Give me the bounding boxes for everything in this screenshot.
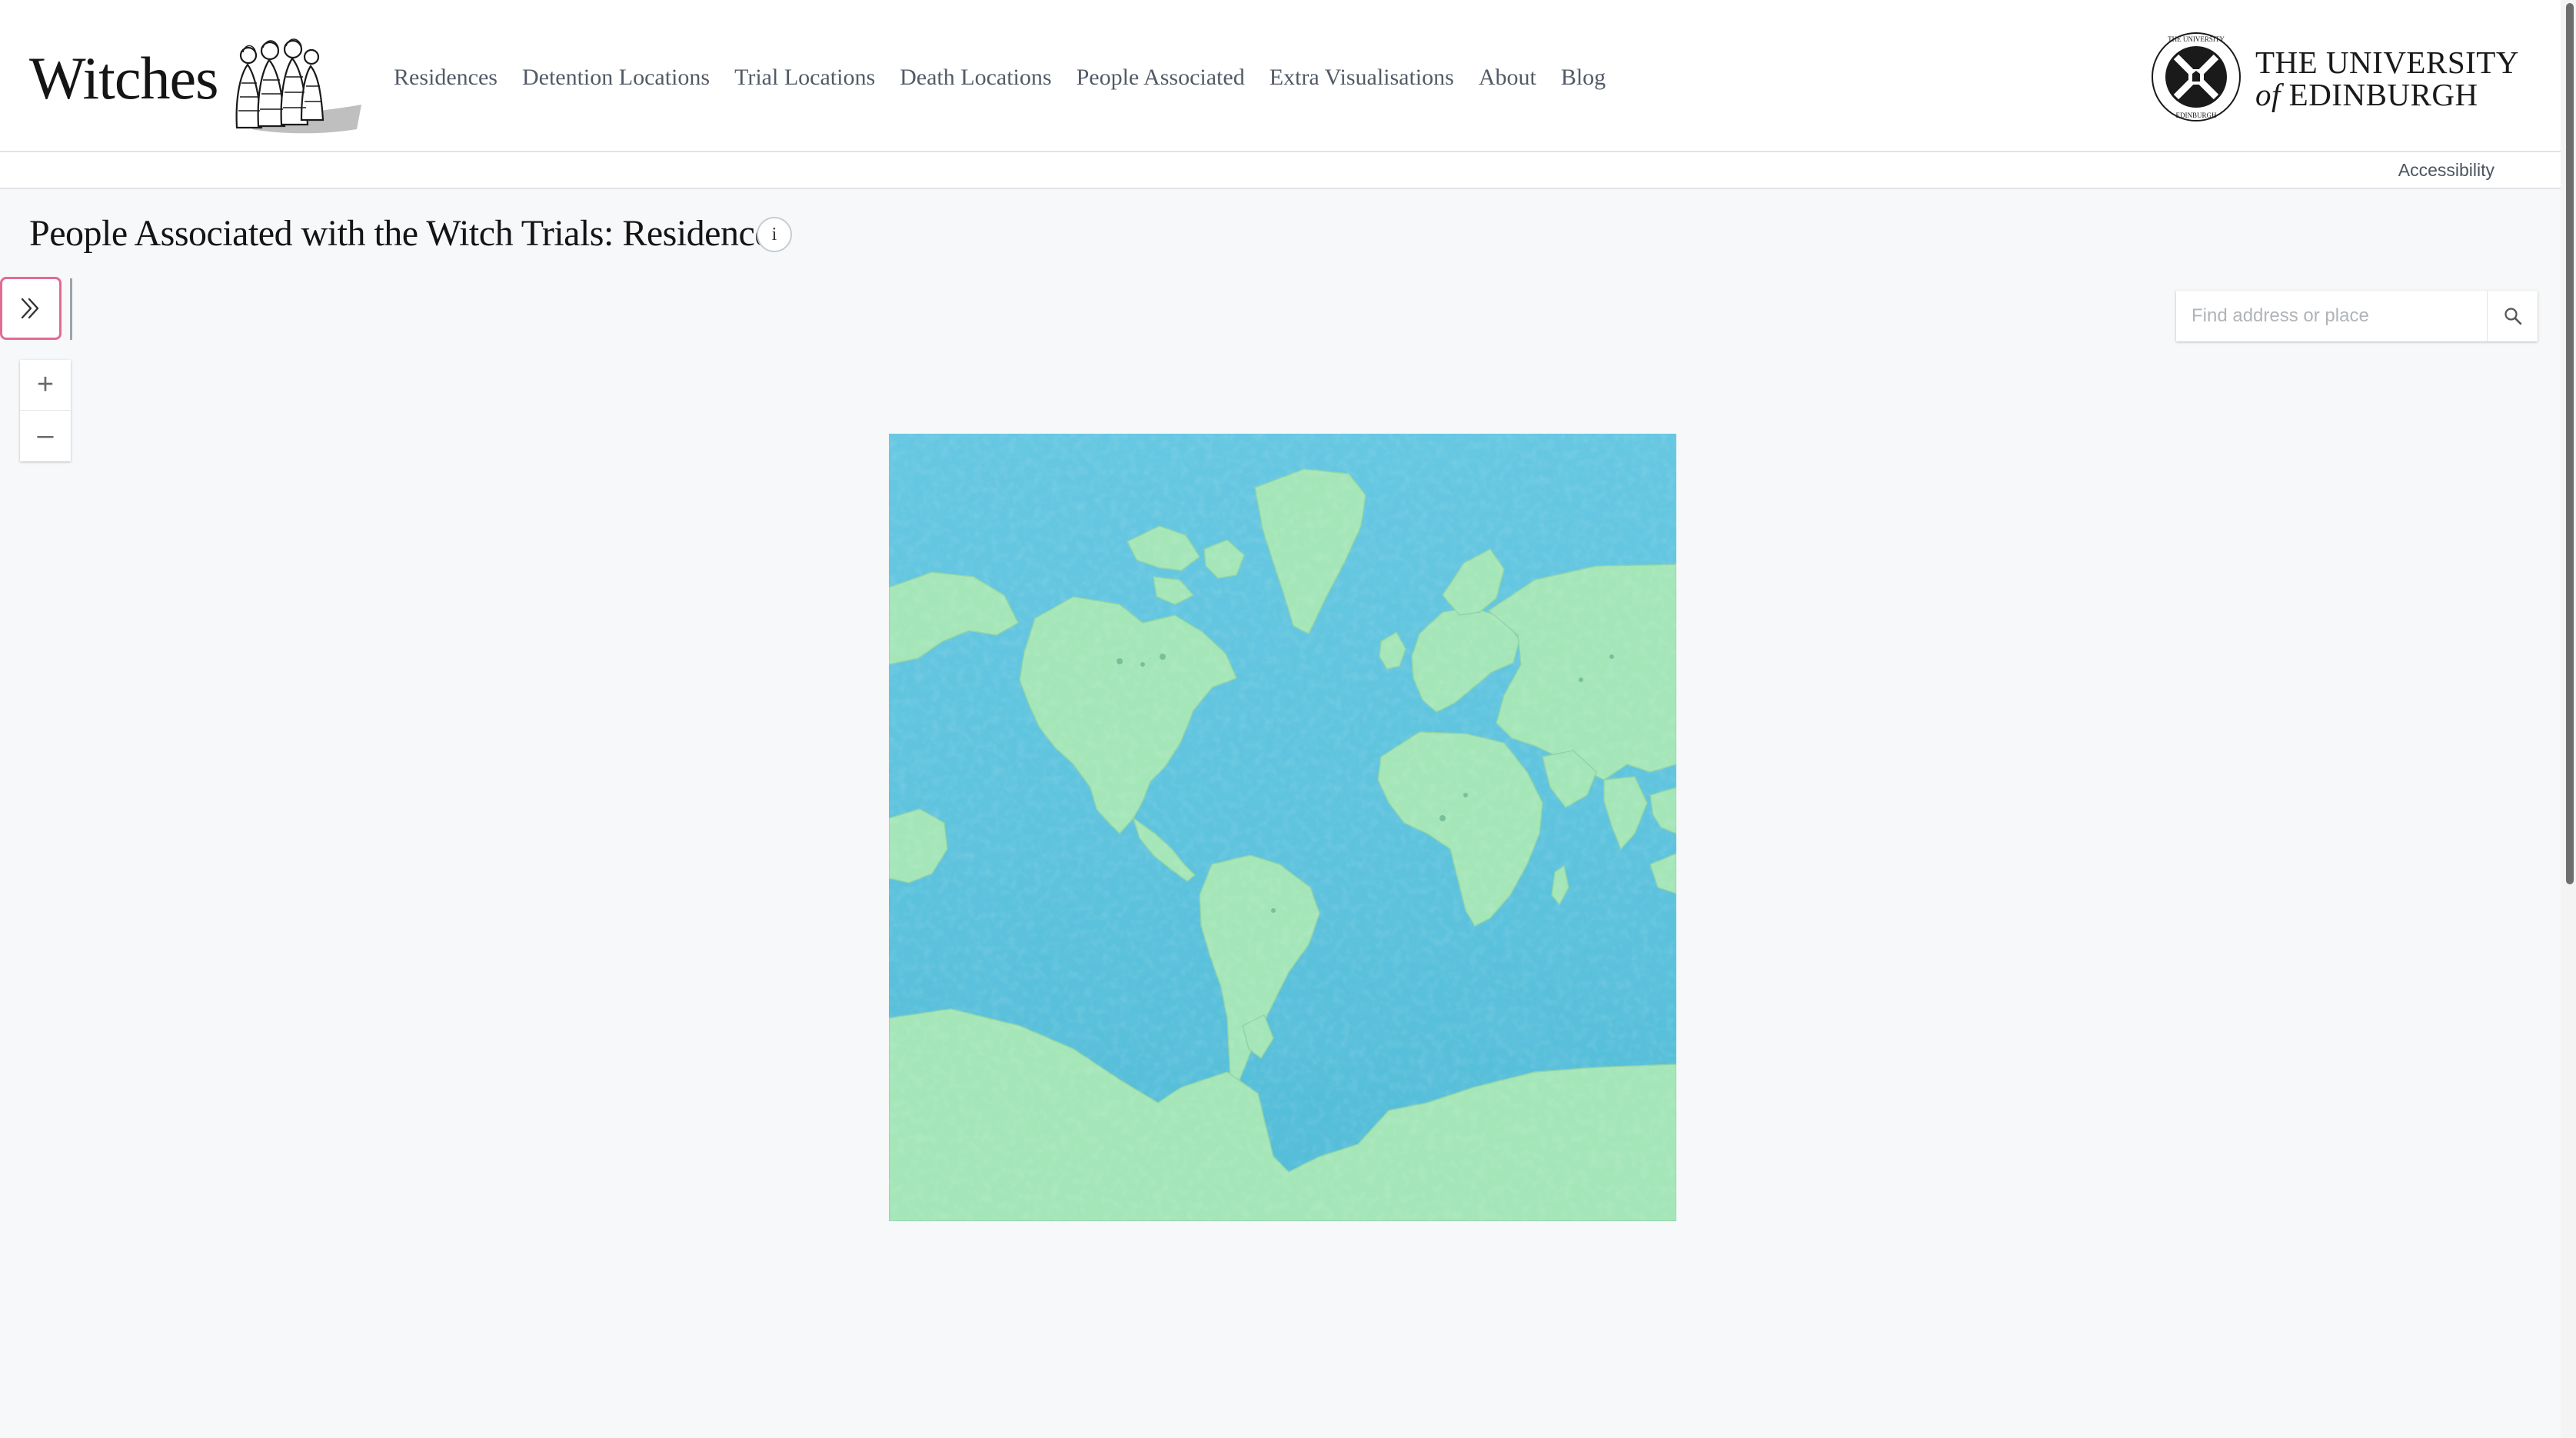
zoom-control: + – <box>20 360 71 461</box>
world-map-tile[interactable] <box>889 434 1676 1221</box>
chevron-double-right-icon <box>21 298 39 319</box>
university-name-line1: THE UNIVERSITY <box>2255 45 2519 80</box>
nav-residences[interactable]: Residences <box>381 60 510 95</box>
university-crest-icon[interactable]: THE UNIVERSITY EDINBURGH <box>2150 31 2242 123</box>
nav-trial-locations[interactable]: Trial Locations <box>722 60 887 95</box>
info-button[interactable]: i <box>757 217 792 252</box>
nav-detention-locations[interactable]: Detention Locations <box>510 60 722 95</box>
panel-toggle-button[interactable] <box>0 277 62 340</box>
nav-about[interactable]: About <box>1466 60 1549 95</box>
witches-woodcut-icon[interactable] <box>221 22 361 134</box>
map-search <box>2176 291 2538 341</box>
page-title: People Associated with the Witch Trials:… <box>29 213 771 254</box>
search-icon <box>2504 308 2521 325</box>
university-name-line2: of EDINBURGH <box>2255 78 2519 111</box>
map-search-input[interactable] <box>2176 291 2487 341</box>
main-nav: Residences Detention Locations Trial Loc… <box>381 60 1618 95</box>
zoom-in-button[interactable]: + <box>20 360 71 410</box>
panel-divider <box>70 278 72 340</box>
zoom-out-button[interactable]: – <box>20 410 71 461</box>
nav-death-locations[interactable]: Death Locations <box>887 60 1063 95</box>
nav-people-associated[interactable]: People Associated <box>1064 60 1257 95</box>
svg-text:THE UNIVERSITY: THE UNIVERSITY <box>2168 35 2225 43</box>
page-scrollbar-thumb[interactable] <box>2566 3 2574 884</box>
site-title[interactable]: Witches <box>29 43 218 114</box>
nav-extra-visualisations[interactable]: Extra Visualisations <box>1257 60 1466 95</box>
university-name-edinburgh: EDINBURGH <box>2288 77 2478 112</box>
utility-bar: Accessibility <box>0 152 2561 189</box>
svg-text:EDINBURGH: EDINBURGH <box>2176 112 2217 119</box>
map-search-button[interactable] <box>2487 291 2538 341</box>
nav-blog[interactable]: Blog <box>1549 60 1618 95</box>
university-name[interactable]: THE UNIVERSITY of EDINBURGH <box>2255 46 2519 111</box>
accessibility-link[interactable]: Accessibility <box>2398 158 2494 181</box>
university-name-of: of <box>2255 77 2281 112</box>
site-header: Witches Residences Detention Locations T… <box>0 0 2561 152</box>
